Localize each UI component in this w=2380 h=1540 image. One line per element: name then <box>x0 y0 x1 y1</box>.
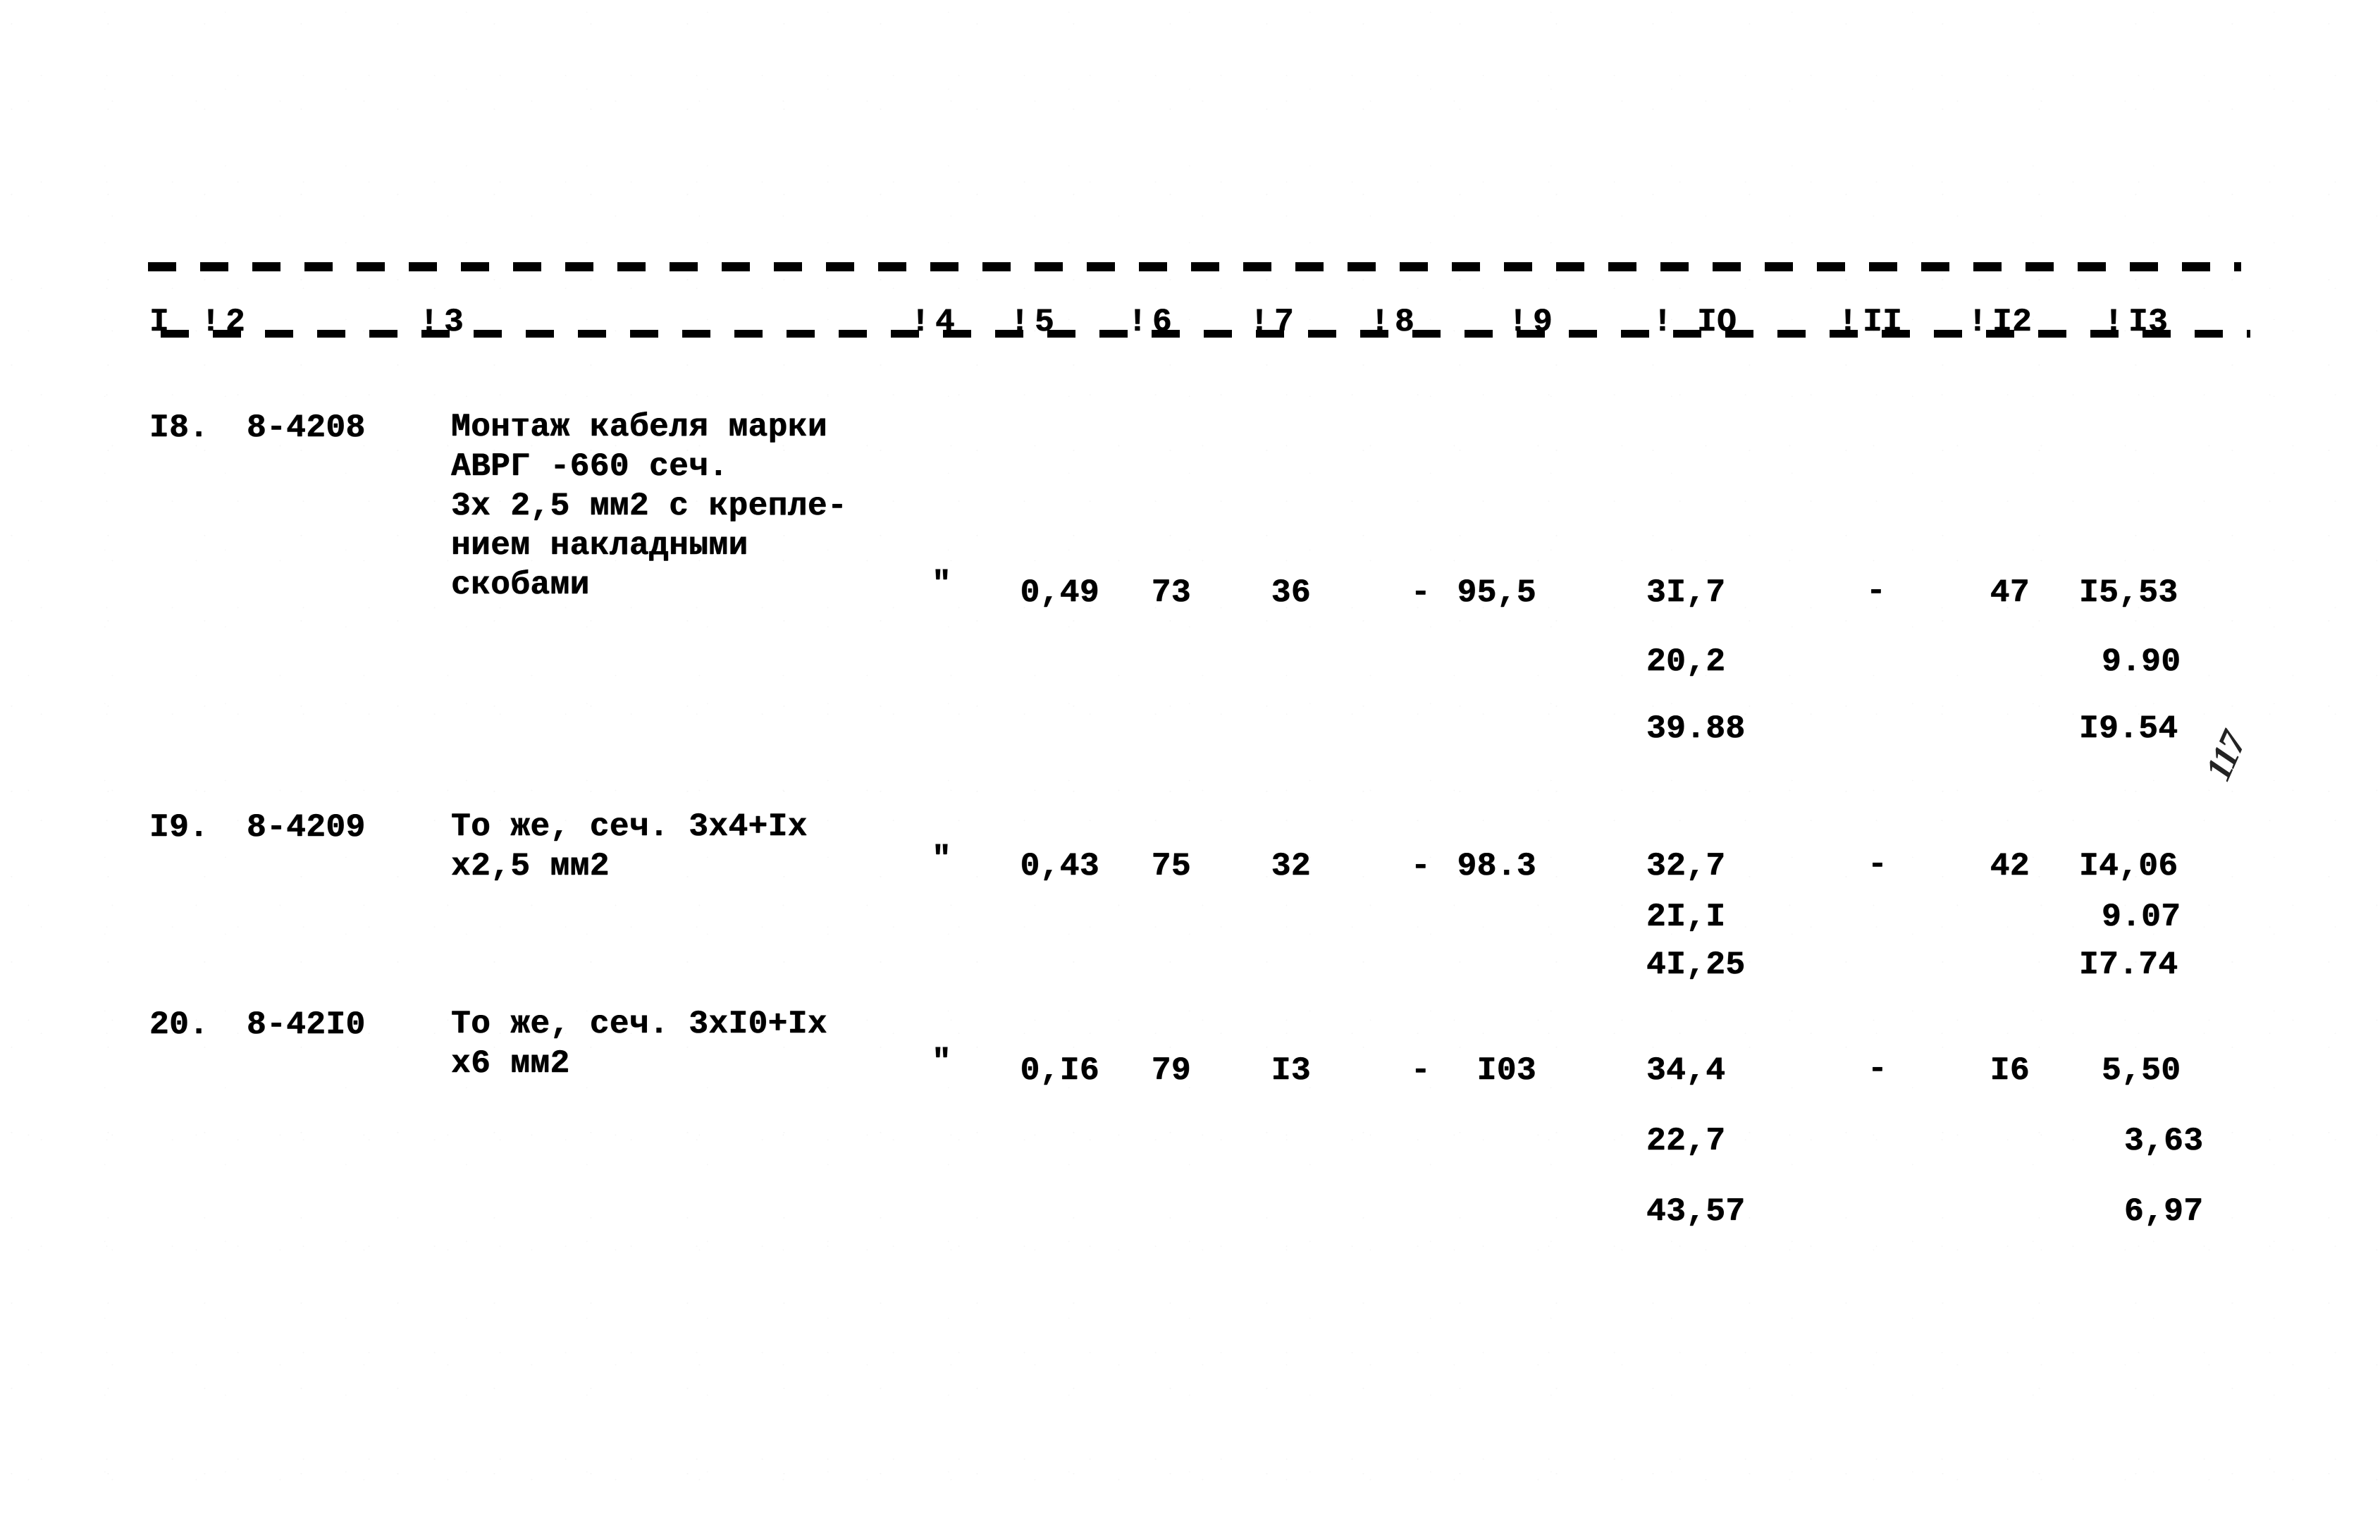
row-18-description-line-3: 3х 2,5 мм2 с крепле- <box>451 488 848 524</box>
page-folio-number: 117 <box>2197 727 2254 787</box>
row-19-unit: " <box>932 841 952 877</box>
row-18-col12: 47 <box>1990 574 2030 611</box>
row-18-description-line-1: Монтаж кабеля марки <box>451 409 827 445</box>
row-18-col9: 95,5 <box>1457 574 1536 611</box>
row-20-col13-sub1: 3,63 <box>2124 1123 2204 1159</box>
row-18-index: I8. <box>149 409 209 446</box>
document-page: I ! 2 ! 3 ! 4 ! 5 ! 6 ! 7 ! 8 ! 9 ! IO !… <box>0 0 2380 1540</box>
row-18-col13-sub1: 9.90 <box>2102 643 2181 680</box>
row-20-col10-sub2: 43,57 <box>1646 1193 1746 1230</box>
row-20-col5: 0,I6 <box>1020 1052 1099 1089</box>
row-19-col13-sub1: 9.07 <box>2102 899 2181 935</box>
table-header-dashed-rule <box>161 330 2250 338</box>
row-20-col6: 79 <box>1151 1052 1191 1089</box>
row-18-col13-main: I5,53 <box>2079 574 2178 611</box>
row-18-col10-main: 3I,7 <box>1646 574 1726 611</box>
scan-grain-overlay <box>0 0 2380 1540</box>
row-19-col11: - <box>1868 846 1888 883</box>
row-20-col11: - <box>1868 1051 1888 1088</box>
row-20-index: 20. <box>149 1006 209 1043</box>
row-20-description-line-2: х6 мм2 <box>451 1045 570 1082</box>
row-18-col10-sub2: 39.88 <box>1646 710 1746 747</box>
row-19-col6: 75 <box>1151 848 1191 885</box>
row-18-col5: 0,49 <box>1020 574 1099 611</box>
row-19-col5: 0,43 <box>1020 848 1099 885</box>
row-18-col6: 73 <box>1151 574 1191 611</box>
row-19-description-line-1: То же, сеч. 3х4+Iх <box>451 808 808 845</box>
row-20-col10-main: 34,4 <box>1646 1052 1726 1089</box>
row-18-col10-sub1: 20,2 <box>1646 643 1726 680</box>
row-20-col13-sub2: 6,97 <box>2124 1193 2204 1230</box>
row-19-col7: 32 <box>1271 848 1311 885</box>
row-20-col12: I6 <box>1990 1052 2030 1089</box>
row-20-col10-sub1: 22,7 <box>1646 1123 1726 1159</box>
row-19-description-line-2: х2,5 мм2 <box>451 848 610 885</box>
row-18-col13-sub2: I9.54 <box>2079 710 2178 747</box>
table-top-dashed-rule <box>148 262 2241 271</box>
row-18-description-line-5: скобами <box>451 567 590 603</box>
row-20-col13-main: 5,50 <box>2102 1052 2181 1089</box>
row-19-col10-main: 32,7 <box>1646 848 1726 885</box>
row-19-index: I9. <box>149 809 209 846</box>
row-19-col10-sub2: 4I,25 <box>1646 947 1746 983</box>
row-20-unit: " <box>932 1044 952 1080</box>
row-18-description-line-2: АВРГ -660 сеч. <box>451 448 729 485</box>
row-18-col7: 36 <box>1271 574 1311 611</box>
row-18-description-line-4: нием накладными <box>451 527 748 564</box>
row-19-col13-main: I4,06 <box>2079 848 2178 885</box>
row-20-col9: I03 <box>1476 1052 1536 1089</box>
row-19-col10-sub1: 2I,I <box>1646 899 1726 935</box>
row-20-description-line-1: То же, сеч. 3хI0+Iх <box>451 1006 827 1042</box>
row-20-code: 8-42I0 <box>247 1006 366 1043</box>
row-20-col7: I3 <box>1271 1052 1311 1089</box>
row-19-code: 8-4209 <box>247 809 366 846</box>
row-18-col11: - <box>1866 573 1887 610</box>
row-19-col12: 42 <box>1990 848 2030 885</box>
row-19-col13-sub2: I7.74 <box>2079 947 2178 983</box>
row-18-code: 8-4208 <box>247 409 366 446</box>
row-18-unit: " <box>932 566 952 603</box>
row-19-col9: 98.3 <box>1457 848 1536 885</box>
